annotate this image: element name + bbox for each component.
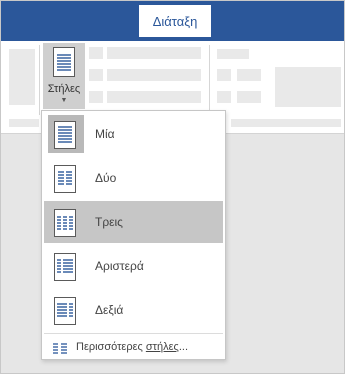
two-columns-icon: [54, 165, 76, 198]
ribbon-placeholder: [237, 69, 261, 81]
ribbon-placeholder: [107, 91, 201, 103]
columns-dropdown-menu: Μία Δύο Τρεις Αριστερά Δεξιά Περισσότερε…: [41, 110, 226, 360]
ribbon-placeholder: [89, 47, 103, 59]
menu-item-right[interactable]: Δεξιά: [44, 289, 223, 331]
menu-item-one[interactable]: Μία: [44, 113, 223, 155]
ribbon-group-label: [9, 119, 39, 127]
ribbon-placeholder: [9, 49, 35, 105]
menu-divider: [44, 333, 223, 334]
left-column-icon: [54, 253, 76, 286]
menu-item-label: Μία: [95, 127, 115, 141]
menu-item-two[interactable]: Δύο: [44, 157, 223, 199]
ribbon-placeholder: [217, 49, 249, 59]
ribbon-placeholder: [217, 91, 231, 103]
menu-item-label: Δεξιά: [95, 303, 124, 317]
ribbon-placeholder: [275, 67, 341, 107]
menu-item-label: Αριστερά: [95, 259, 144, 273]
chevron-down-icon: ▼: [60, 97, 68, 104]
ribbon-placeholder: [237, 91, 261, 103]
menu-item-label: Δύο: [95, 171, 117, 185]
more-columns-icon: [52, 341, 68, 359]
ribbon-placeholder: [89, 91, 103, 103]
more-columns-accel: στήλες: [145, 341, 179, 353]
ribbon-placeholder: [89, 69, 103, 81]
columns-icon: [53, 47, 75, 82]
more-columns-label: Περισσότερες στήλες...: [76, 336, 188, 358]
ribbon-tab-bar: Διάταξη: [1, 1, 344, 41]
ribbon-placeholder: [107, 69, 201, 81]
menu-item-label: Τρεις: [95, 215, 123, 229]
ribbon-placeholder: [217, 69, 231, 81]
one-column-icon: [54, 121, 76, 154]
ribbon-separator: [39, 45, 40, 115]
menu-item-left[interactable]: Αριστερά: [44, 245, 223, 287]
right-column-icon: [54, 297, 76, 330]
menu-item-three[interactable]: Τρεις: [44, 201, 223, 243]
more-columns-prefix: Περισσότερες: [76, 341, 146, 353]
columns-button-label: Στήλες: [47, 83, 81, 95]
ribbon-group-label: [231, 119, 341, 127]
columns-button[interactable]: Στήλες ▼: [43, 43, 85, 109]
more-columns-suffix: ...: [178, 341, 188, 353]
more-columns-item[interactable]: Περισσότερες στήλες...: [44, 336, 223, 358]
ribbon-placeholder: [107, 47, 201, 59]
three-columns-icon: [54, 209, 76, 242]
ribbon-separator: [209, 45, 210, 115]
tab-layout[interactable]: Διάταξη: [139, 5, 211, 37]
